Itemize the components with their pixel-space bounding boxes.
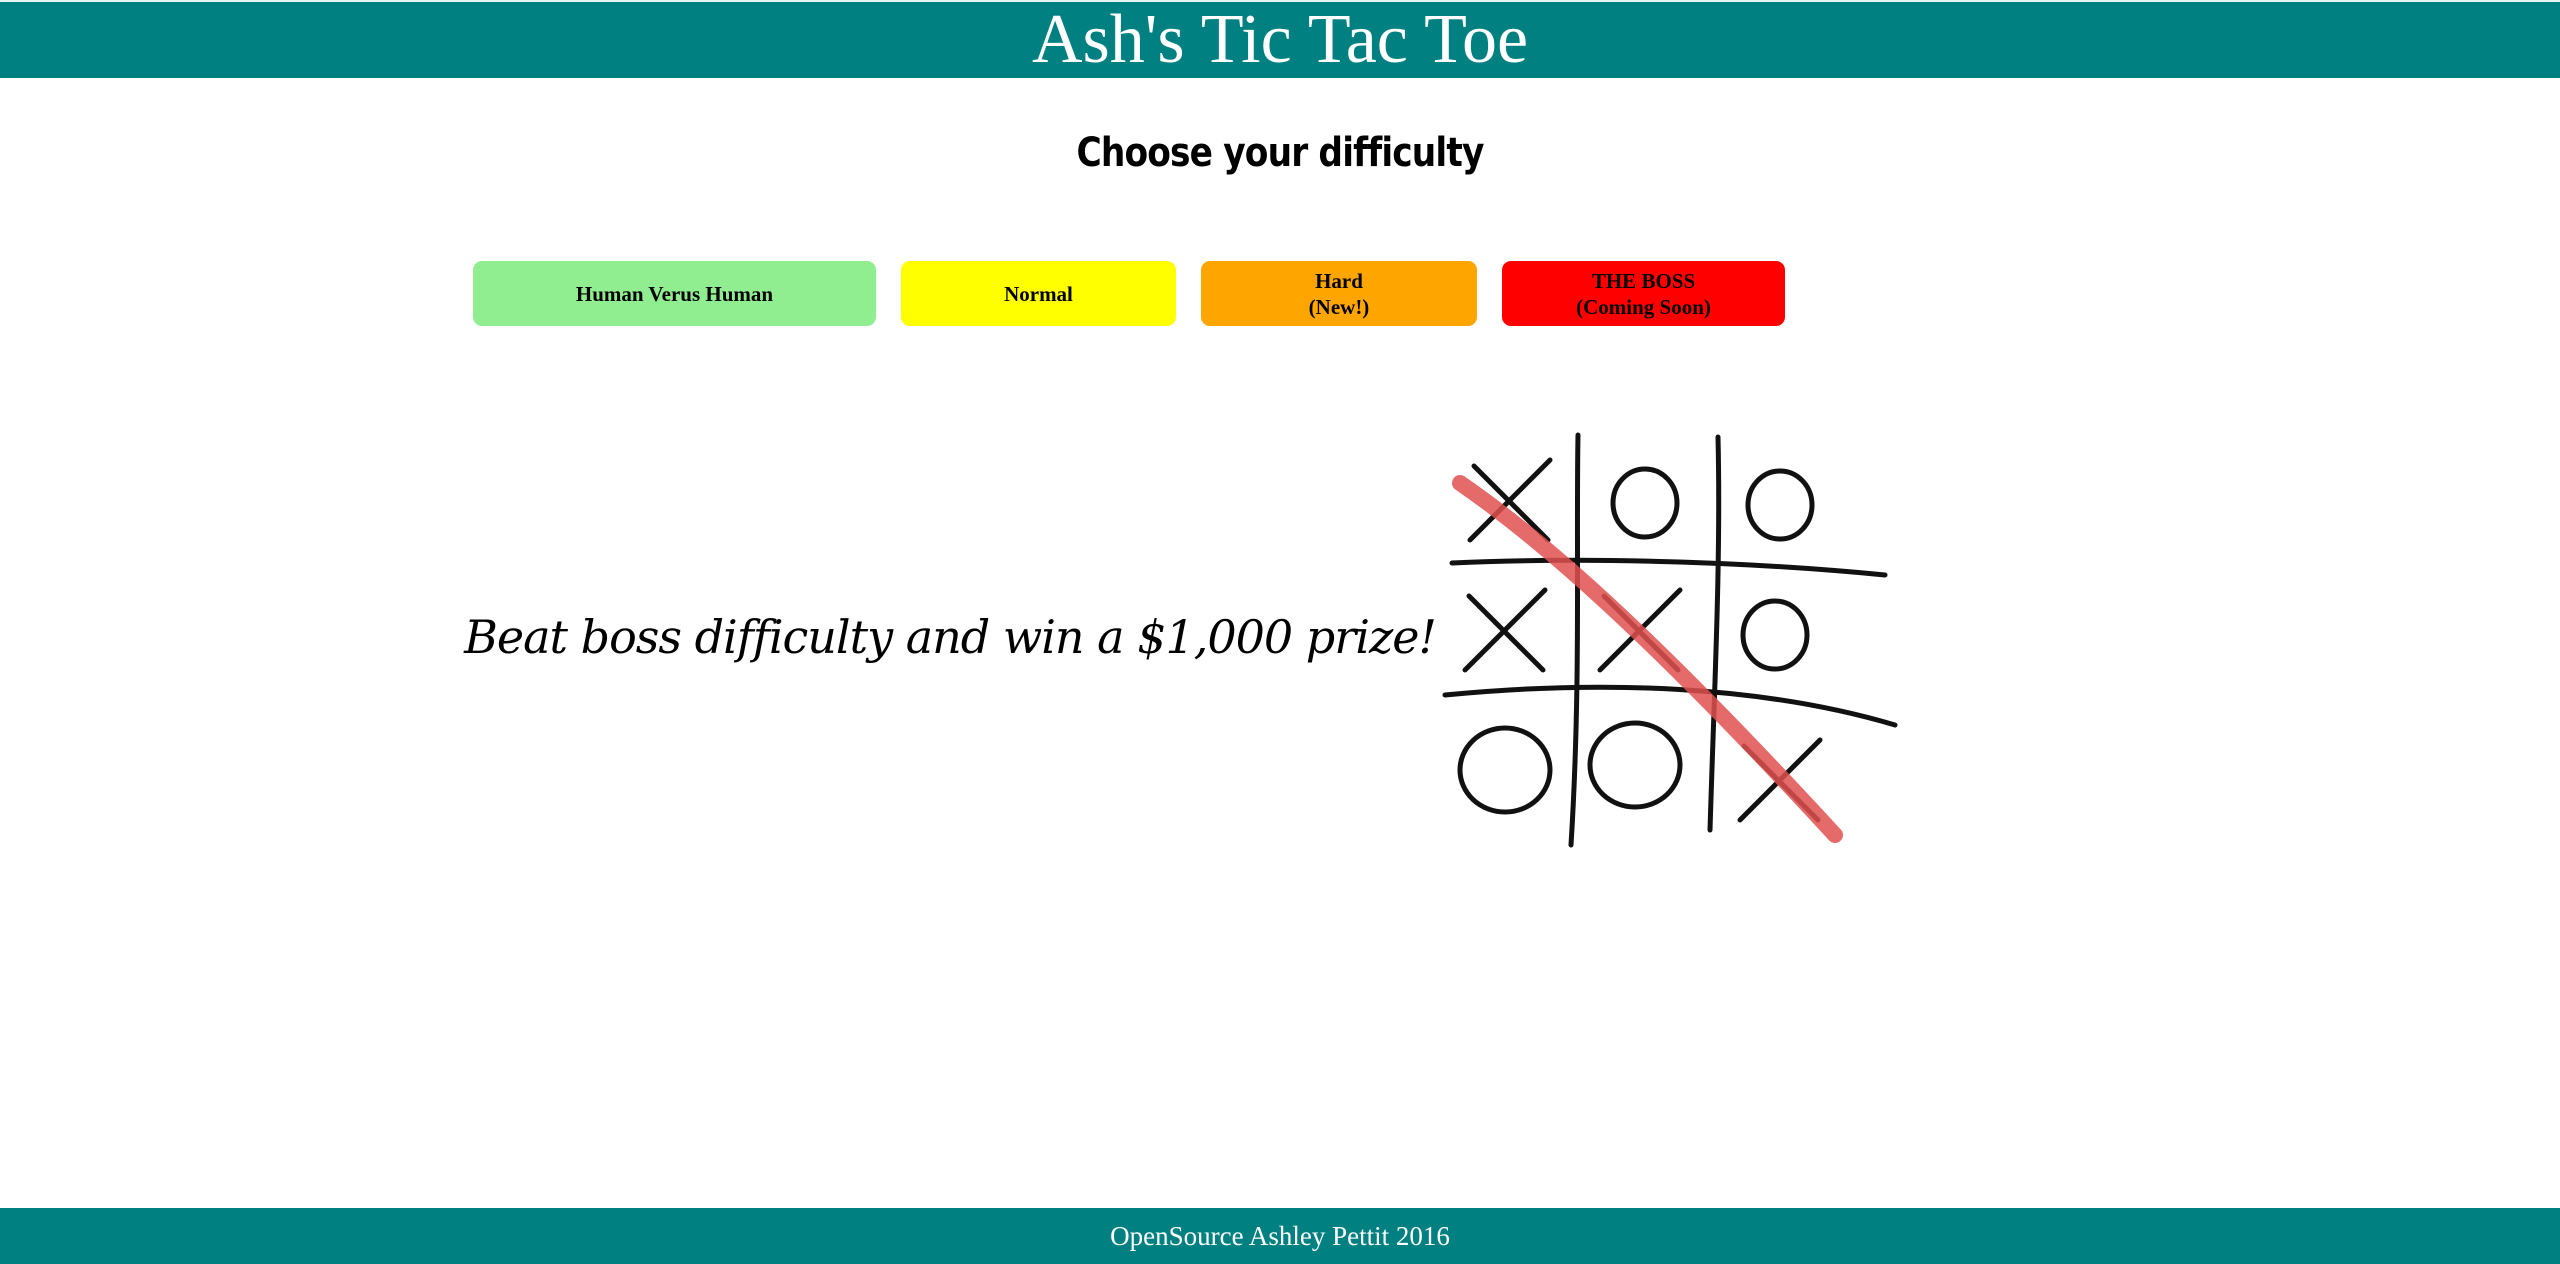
o-mark-icon — [1740, 598, 1810, 672]
boss-difficulty-button[interactable]: THE BOSS (Coming Soon) — [1502, 261, 1785, 326]
page-header: Ash's Tic Tac Toe — [0, 0, 2560, 78]
o-mark-icon — [1610, 466, 1680, 540]
prize-promo-text: Beat boss difficulty and win a $1,000 pr… — [464, 610, 1437, 664]
hard-difficulty-button[interactable]: Hard (New!) — [1201, 261, 1477, 326]
button-label: Hard — [1315, 268, 1363, 293]
app-root: Ash's Tic Tac Toe Choose your difficulty… — [0, 0, 2560, 1264]
grid-line-vertical-2 — [1707, 434, 1722, 833]
o-mark-icon — [1587, 720, 1683, 810]
human-vs-human-button[interactable]: Human Verus Human — [473, 261, 876, 326]
page-title: Ash's Tic Tac Toe — [1031, 1, 1529, 78]
normal-difficulty-button[interactable]: Normal — [901, 261, 1176, 326]
button-sublabel: (Coming Soon) — [1576, 294, 1711, 319]
button-label: Human Verus Human — [575, 281, 774, 306]
button-sublabel: (New!) — [1308, 294, 1370, 319]
page-footer: OpenSource Ashley Pettit 2016 — [0, 1208, 2560, 1264]
difficulty-heading: Choose your difficulty — [1076, 130, 1484, 176]
o-mark-icon — [1457, 725, 1553, 815]
o-mark-icon — [1745, 468, 1815, 542]
button-label: THE BOSS — [1591, 268, 1696, 293]
x-mark-icon — [1462, 587, 1548, 673]
grid-line-vertical-1 — [1568, 432, 1581, 848]
footer-credit: OpenSource Ashley Pettit 2016 — [1110, 1220, 1450, 1251]
tic-tac-toe-illustration — [1442, 432, 1898, 848]
grid-line-horizontal-2 — [1442, 684, 1898, 728]
button-label: Normal — [1004, 281, 1073, 306]
grid-line-horizontal-1 — [1449, 557, 1888, 578]
